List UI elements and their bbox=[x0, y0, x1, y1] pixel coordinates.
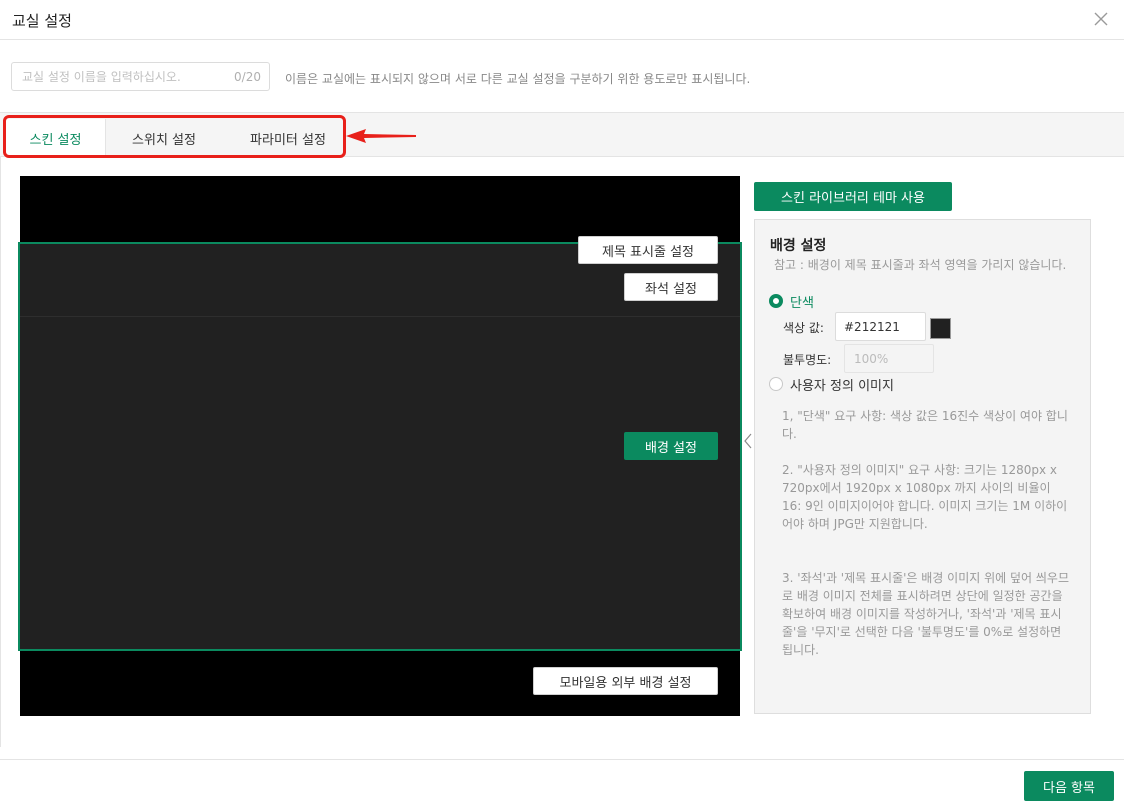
content-left-border bbox=[0, 157, 1, 747]
title-bar-settings-button[interactable]: 제목 표시줄 설정 bbox=[578, 236, 718, 264]
custom-image-label: 사용자 정의 이미지 bbox=[790, 379, 894, 394]
background-settings-button[interactable]: 배경 설정 bbox=[624, 432, 718, 460]
color-value-input[interactable] bbox=[835, 312, 926, 341]
solid-color-label: 단색 bbox=[790, 296, 814, 311]
requirement-note-3: 3. '좌석'과 '제목 표시줄'은 배경 이미지 위에 덮어 씌우므로 배경 … bbox=[782, 571, 1070, 657]
opacity-input[interactable] bbox=[844, 344, 934, 373]
background-settings-title: 배경 설정 bbox=[770, 238, 827, 254]
requirement-note-1: 1, "단색" 요구 사항: 색상 값은 16진수 색상이 여야 합니다. bbox=[782, 409, 1068, 441]
next-button[interactable]: 다음 항목 bbox=[1024, 771, 1114, 801]
mobile-background-settings-button[interactable]: 모바일용 외부 배경 설정 bbox=[533, 667, 718, 695]
name-char-counter: 0/20 bbox=[234, 70, 261, 84]
opacity-label: 불투명도: bbox=[783, 353, 832, 367]
dialog-title: 교실 설정 bbox=[12, 12, 72, 30]
dialog-footer bbox=[0, 759, 1124, 811]
preview-header-divider bbox=[20, 316, 740, 317]
name-field: 0/20 bbox=[11, 62, 270, 91]
use-skin-library-theme-button[interactable]: 스킨 라이브러리 테마 사용 bbox=[754, 182, 952, 211]
requirement-note-2: 2. "사용자 정의 이미지" 요구 사항: 크기는 1280px x 720p… bbox=[782, 463, 1068, 531]
classroom-name-input[interactable] bbox=[22, 63, 222, 90]
background-settings-panel: 배경 설정 참고 : 배경이 제목 표시줄과 좌석 영역을 가리지 않습니다. … bbox=[754, 219, 1091, 714]
seat-settings-button[interactable]: 좌석 설정 bbox=[624, 273, 718, 301]
color-value-label: 색상 값: bbox=[783, 321, 824, 335]
name-hint: 이름은 교실에는 표시되지 않으며 서로 다른 교실 설정을 구분하기 위한 용… bbox=[285, 72, 751, 86]
red-arrow-icon bbox=[346, 129, 416, 143]
close-icon[interactable] bbox=[1092, 10, 1110, 28]
collapse-chevron-icon[interactable] bbox=[743, 432, 753, 450]
tab-highlight-box bbox=[3, 115, 346, 158]
dialog-header: 교실 설정 bbox=[0, 0, 1124, 40]
background-settings-note: 참고 : 배경이 제목 표시줄과 좌석 영역을 가리지 않습니다. bbox=[774, 258, 1067, 272]
color-swatch[interactable] bbox=[930, 318, 951, 339]
solid-color-radio[interactable] bbox=[769, 294, 783, 308]
custom-image-radio[interactable] bbox=[769, 377, 783, 391]
